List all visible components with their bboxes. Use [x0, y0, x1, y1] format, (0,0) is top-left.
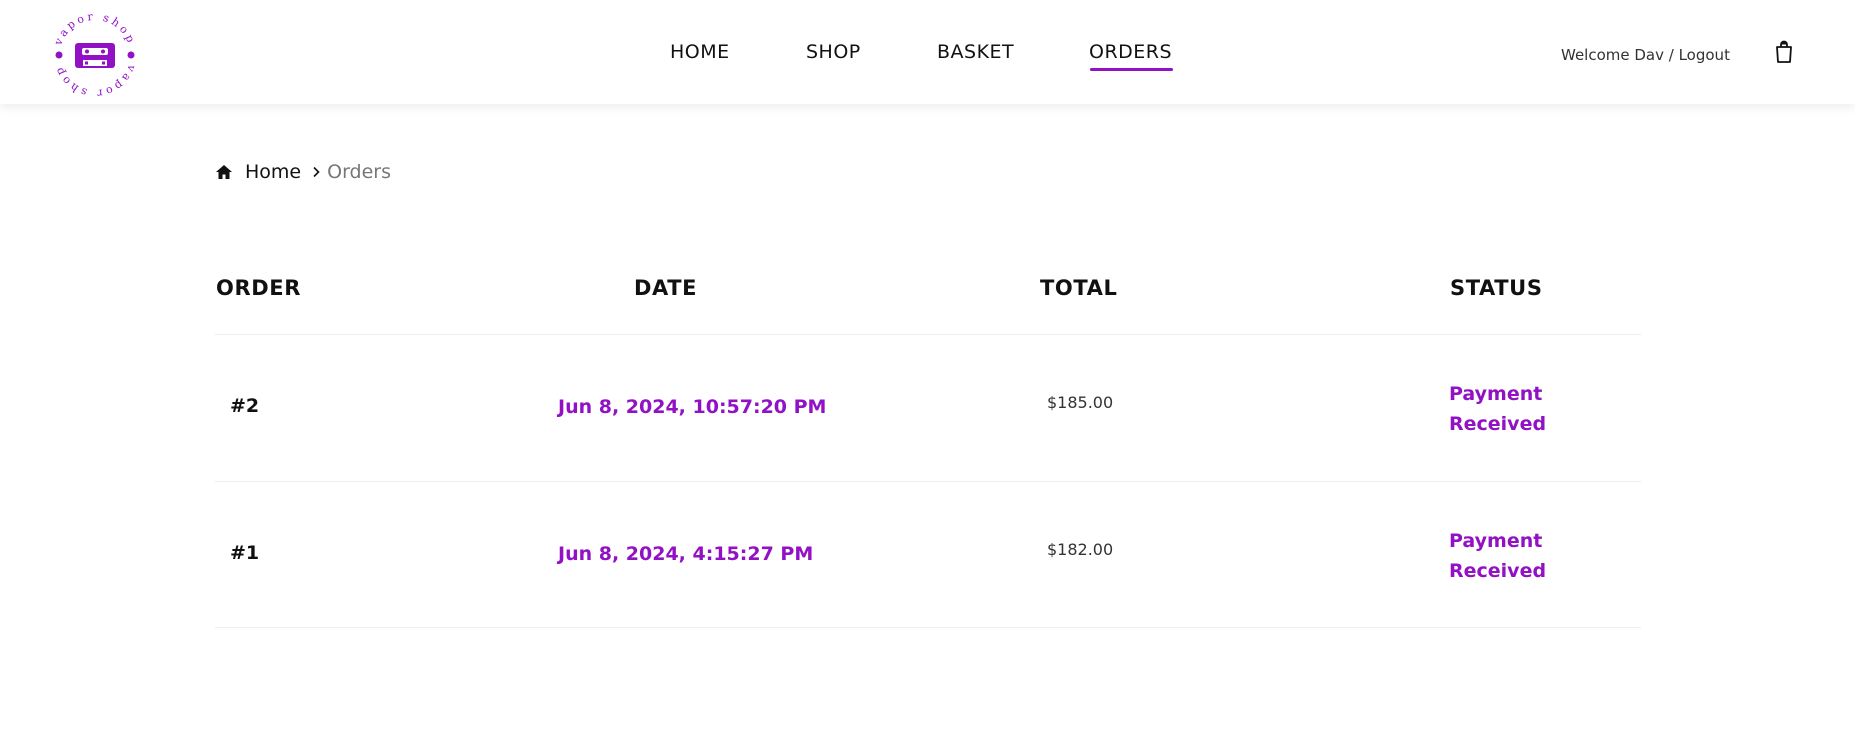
- shopping-bag-icon[interactable]: [1773, 40, 1795, 64]
- order-status: Payment Received: [1449, 383, 1547, 435]
- nav-item-orders[interactable]: ORDERS: [1089, 41, 1172, 63]
- order-number[interactable]: #2: [230, 395, 259, 417]
- table-row[interactable]: #1 Jun 8, 2024, 4:15:27 PM $182.00 Payme…: [215, 482, 1641, 628]
- order-status: Payment Received: [1449, 530, 1547, 582]
- breadcrumb-current: Orders: [327, 161, 392, 183]
- nav-item-basket[interactable]: BASKET: [937, 41, 1014, 63]
- breadcrumb: Home Orders: [215, 160, 391, 184]
- table-row[interactable]: #2 Jun 8, 2024, 10:57:20 PM $185.00 Paym…: [215, 335, 1641, 481]
- order-date: Jun 8, 2024, 4:15:27 PM: [558, 543, 814, 565]
- order-number[interactable]: #1: [230, 542, 259, 564]
- breadcrumb-home-link[interactable]: Home: [245, 161, 301, 183]
- column-header-total: TOTAL: [1040, 276, 1118, 300]
- welcome-logout-link[interactable]: Welcome Dav / Logout: [1561, 46, 1730, 64]
- column-header-status: STATUS: [1450, 276, 1543, 300]
- home-icon[interactable]: [215, 164, 233, 180]
- column-header-date: DATE: [634, 276, 698, 300]
- site-header: vapor shop vapor shop HOME SHOP BASKET O…: [0, 0, 1855, 104]
- order-date: Jun 8, 2024, 10:57:20 PM: [558, 396, 827, 418]
- nav-item-home[interactable]: HOME: [670, 41, 730, 63]
- row-divider: [215, 627, 1641, 628]
- nav-item-shop[interactable]: SHOP: [806, 41, 861, 63]
- column-header-order: ORDER: [216, 276, 301, 300]
- chevron-right-icon: [313, 166, 320, 178]
- order-total: $185.00: [1047, 393, 1114, 412]
- active-nav-indicator: [1090, 68, 1173, 71]
- order-total: $182.00: [1047, 540, 1114, 559]
